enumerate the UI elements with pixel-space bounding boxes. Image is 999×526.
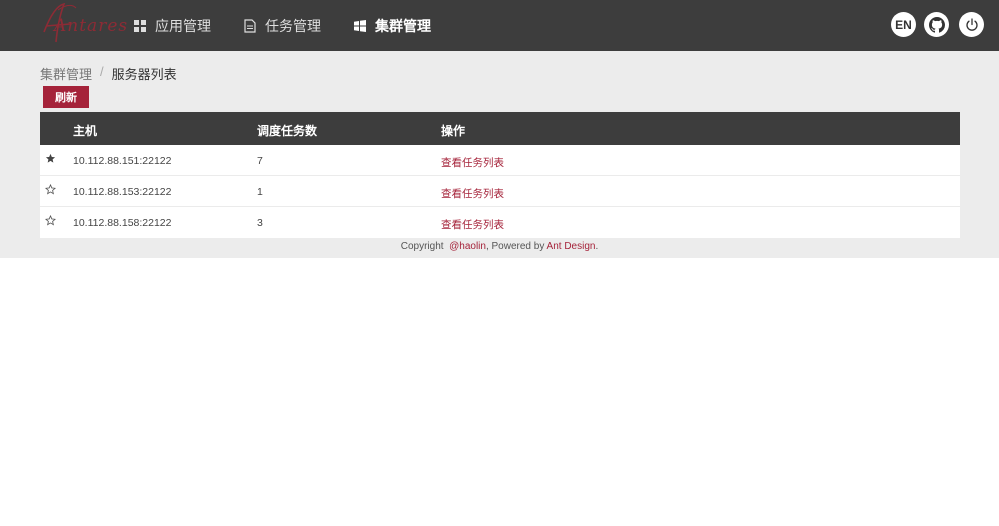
star-outline-icon[interactable]	[45, 184, 56, 195]
host-cell: 10.112.88.151:22122	[73, 155, 172, 167]
column-header-host: 主机	[73, 124, 98, 138]
power-icon	[965, 17, 978, 31]
nav-task-management[interactable]: 任务管理	[244, 0, 321, 51]
antares-logo[interactable]: Antares	[40, 2, 127, 46]
nav-label: 集群管理	[375, 17, 431, 34]
file-icon	[244, 18, 256, 33]
breadcrumb-current: 服务器列表	[111, 67, 177, 82]
view-task-list-link[interactable]: 查看任务列表	[441, 155, 504, 170]
top-header: Antares 应用管理 任务管理 集群管理 EN	[0, 0, 999, 51]
main-nav: 应用管理 任务管理 集群管理	[134, 0, 464, 51]
footer-ant-design-link[interactable]: Ant Design	[547, 241, 596, 252]
breadcrumb: 集群管理 / 服务器列表	[40, 64, 177, 83]
breadcrumb-separator: /	[100, 64, 104, 79]
server-table: 主机 调度任务数 操作 10.112.88.151:22122 7 查看任务列表…	[40, 112, 960, 238]
table-row: 10.112.88.151:22122 7 查看任务列表	[40, 145, 960, 176]
column-header-action: 操作	[441, 124, 466, 138]
host-cell: 10.112.88.158:22122	[73, 217, 172, 229]
grid-icon	[134, 19, 146, 32]
footer-author-link[interactable]: @haolin	[449, 241, 486, 252]
footer-copyright: Copyright	[400, 241, 444, 252]
column-header-task-count: 调度任务数	[257, 124, 318, 138]
task-count-cell: 3	[257, 217, 263, 229]
nav-label: 应用管理	[155, 17, 211, 34]
footer-powered-by: , Powered by	[485, 241, 547, 252]
nav-cluster-management[interactable]: 集群管理	[354, 0, 431, 51]
nav-app-management[interactable]: 应用管理	[134, 0, 211, 51]
table-header: 主机 调度任务数 操作	[40, 112, 960, 145]
logo-text: Antares	[54, 16, 129, 36]
view-task-list-link[interactable]: 查看任务列表	[441, 217, 504, 232]
task-count-cell: 1	[257, 186, 263, 198]
footer: Copyright @haolin, Powered by Ant Design…	[0, 241, 999, 252]
host-cell: 10.112.88.153:22122	[73, 186, 172, 198]
logout-button[interactable]	[959, 12, 984, 37]
task-count-cell: 7	[257, 155, 263, 167]
footer-suffix: .	[595, 241, 599, 252]
table-row: 10.112.88.158:22122 3 查看任务列表	[40, 207, 960, 238]
language-label: EN	[895, 17, 912, 32]
view-task-list-link[interactable]: 查看任务列表	[441, 186, 504, 201]
main-content: 集群管理 / 服务器列表 刷新 主机 调度任务数 操作 10.112.88.15…	[0, 51, 999, 258]
nav-label: 任务管理	[265, 17, 321, 34]
star-outline-icon[interactable]	[45, 215, 56, 226]
star-filled-icon[interactable]	[45, 153, 56, 164]
windows-icon	[354, 19, 366, 32]
breadcrumb-parent[interactable]: 集群管理	[40, 64, 92, 83]
refresh-button[interactable]: 刷新	[43, 86, 89, 108]
language-switch-button[interactable]: EN	[891, 12, 916, 37]
github-button[interactable]	[924, 12, 949, 37]
github-icon	[928, 16, 945, 33]
table-row: 10.112.88.153:22122 1 查看任务列表	[40, 176, 960, 207]
